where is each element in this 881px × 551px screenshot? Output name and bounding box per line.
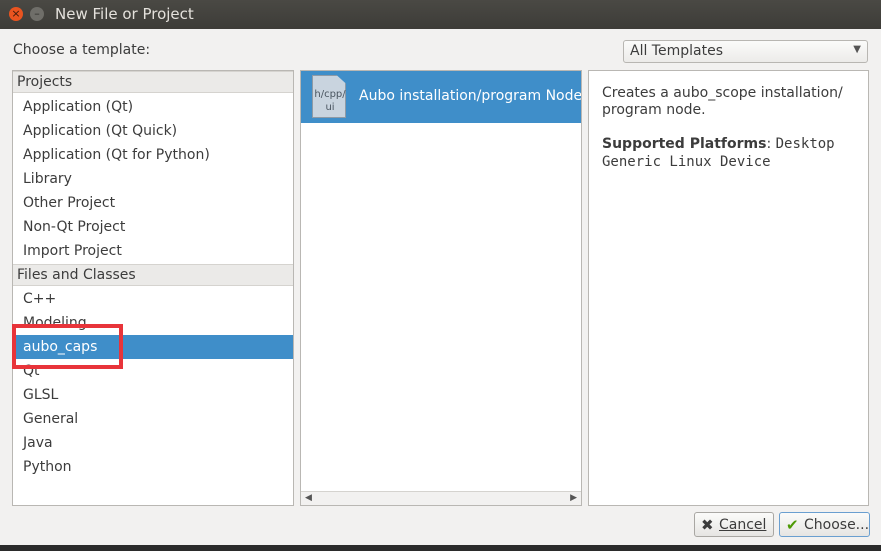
- template-description-panel: Creates a aubo_scope installation/ progr…: [588, 70, 869, 506]
- choose-template-label: Choose a template:: [13, 42, 151, 58]
- category-item-general[interactable]: General: [13, 407, 293, 431]
- choose-button[interactable]: ✔ Choose...: [779, 512, 870, 537]
- window-title: New File or Project: [55, 5, 194, 23]
- close-window-button[interactable]: ×: [9, 7, 23, 21]
- category-item-application-qt-quick[interactable]: Application (Qt Quick): [13, 119, 293, 143]
- platform-desktop: Desktop: [775, 136, 835, 152]
- category-item-import-project[interactable]: Import Project: [13, 239, 293, 263]
- title-bar: × – New File or Project: [0, 0, 881, 29]
- template-description-text: Creates a aubo_scope installation/ progr…: [602, 85, 843, 118]
- category-item-java[interactable]: Java: [13, 431, 293, 455]
- category-item-application-qt[interactable]: Application (Qt): [13, 95, 293, 119]
- horizontal-scrollbar[interactable]: ◀ ▶: [301, 491, 581, 505]
- minimize-window-button[interactable]: –: [30, 7, 44, 21]
- group-header-projects: Projects: [13, 71, 293, 93]
- chevron-down-icon: ▼: [853, 44, 861, 55]
- cancel-button[interactable]: ✖ Cancel: [694, 512, 774, 537]
- template-item-aubo-node[interactable]: h/cpp/ ui Aubo installation/program Node: [301, 71, 581, 123]
- new-file-or-project-dialog: × – New File or Project Choose a templat…: [0, 0, 881, 551]
- category-item-cpp[interactable]: C++: [13, 287, 293, 311]
- category-item-glsl[interactable]: GLSL: [13, 383, 293, 407]
- checkmark-icon: ✔: [786, 516, 799, 534]
- template-list: h/cpp/ ui Aubo installation/program Node…: [300, 70, 582, 506]
- supported-platforms-label: Supported Platforms: [602, 136, 767, 152]
- cancel-x-icon: ✖: [701, 516, 714, 534]
- category-item-non-qt-project[interactable]: Non-Qt Project: [13, 215, 293, 239]
- cancel-button-label: Cancel: [719, 517, 767, 533]
- desktop-background-strip: [0, 545, 881, 551]
- scroll-left-icon[interactable]: ◀: [305, 492, 312, 505]
- template-filter-value: All Templates: [630, 43, 723, 59]
- category-item-library[interactable]: Library: [13, 167, 293, 191]
- category-item-other-project[interactable]: Other Project: [13, 191, 293, 215]
- file-icon-text-line-1: h/cpp/: [314, 89, 346, 100]
- annotation-highlight-box: [12, 324, 123, 369]
- choose-button-label: Choose...: [804, 517, 870, 533]
- group-header-files-and-classes: Files and Classes: [13, 264, 293, 286]
- platform-generic-linux: Generic Linux Device: [602, 154, 771, 170]
- category-item-application-qt-python[interactable]: Application (Qt for Python): [13, 143, 293, 167]
- supported-platforms-separator: :: [766, 136, 772, 152]
- category-list: Projects Application (Qt) Application (Q…: [12, 70, 294, 506]
- template-item-label: Aubo installation/program Node: [359, 88, 582, 104]
- supported-platforms: Supported Platforms: Desktop Generic Lin…: [602, 135, 862, 171]
- file-icon: h/cpp/ ui: [312, 75, 346, 118]
- category-item-python[interactable]: Python: [13, 455, 293, 479]
- template-filter-dropdown[interactable]: All Templates ▼: [623, 40, 868, 63]
- scroll-right-icon[interactable]: ▶: [570, 492, 577, 505]
- file-icon-text-line-2: ui: [325, 102, 335, 113]
